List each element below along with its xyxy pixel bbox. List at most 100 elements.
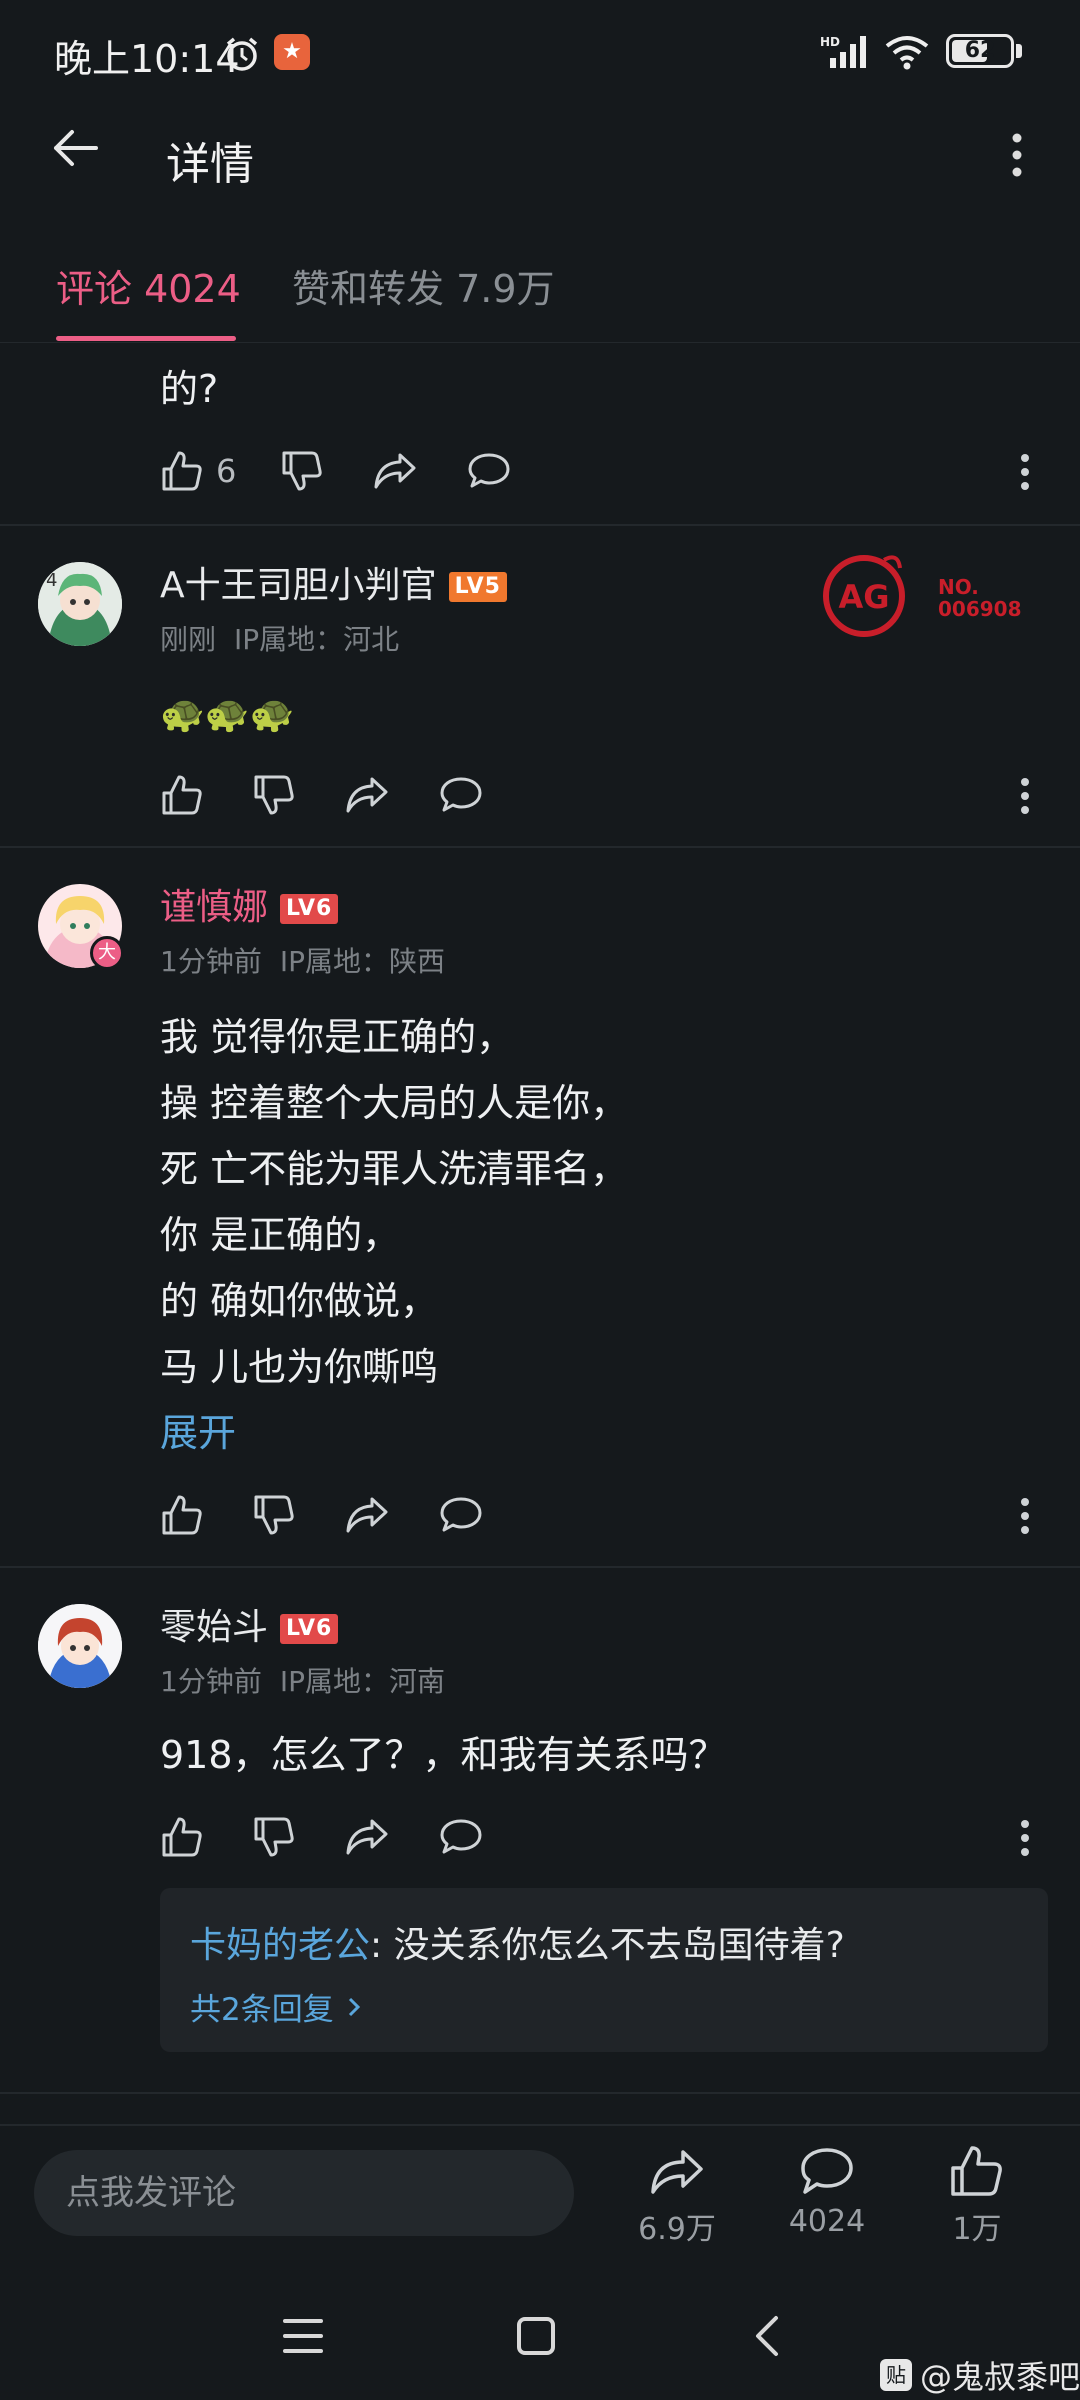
fan-badge: AG	[820, 548, 916, 644]
comment-line: 操 控着整个大局的人是你，	[160, 1081, 629, 1125]
wifi-icon	[884, 34, 930, 70]
fan-badge-logo-icon: AG	[823, 555, 905, 637]
battery-level: 62	[964, 38, 996, 63]
comment-actions	[160, 770, 532, 820]
comment-icon	[440, 1497, 482, 1532]
comment-more-icon[interactable]	[1012, 774, 1038, 818]
thumb-up-icon	[951, 2146, 1002, 2196]
more-replies-link[interactable]: 共2条回复	[190, 1984, 366, 2029]
comment-more-icon[interactable]	[1012, 1816, 1038, 1860]
status-time: 晚上10:14	[54, 37, 240, 81]
comment-post-button[interactable]: 4024	[767, 2146, 887, 2239]
watermark-text: @鬼叔黍吧	[920, 2358, 1080, 2396]
more-options-icon[interactable]	[1000, 130, 1034, 180]
ip-location: IP属地：河北	[234, 623, 400, 656]
dislike-button[interactable]	[252, 1493, 296, 1537]
reply-author[interactable]: 卡妈的老公	[190, 1925, 370, 1966]
username[interactable]: 谨慎娜 LV6	[160, 878, 339, 930]
reply-preview: 卡妈的老公: 没关系你怎么不去岛国待着?	[190, 1916, 845, 1968]
level-badge: LV6	[280, 894, 339, 924]
like-count: 6	[216, 452, 237, 490]
back-arrow-icon[interactable]	[50, 128, 100, 168]
reply-preview-box[interactable]: 卡妈的老公: 没关系你怎么不去岛国待着? 共2条回复	[160, 1888, 1048, 2052]
like-count: 1万	[952, 2212, 1002, 2247]
more-replies-label: 共2条回复	[190, 1992, 334, 2028]
comment-text: 我 觉得你是正确的， 操 控着整个大局的人是你， 死 亡不能为罪人洗清罪名， 你…	[160, 1004, 628, 1466]
level-badge: LV6	[280, 1614, 339, 1644]
watermark: 贴 @鬼叔黍吧	[880, 2352, 1080, 2398]
share-count: 6.9万	[638, 2212, 716, 2247]
comment-icon	[440, 777, 482, 812]
comment-time: 1分钟前	[160, 945, 262, 978]
reply-button[interactable]	[438, 1815, 484, 1859]
battery-icon: 62	[946, 34, 1014, 68]
comment-divider	[0, 2092, 1080, 2094]
comment-divider	[0, 846, 1080, 848]
comment-line: 你 是正确的，	[160, 1213, 401, 1257]
like-button[interactable]	[160, 1815, 204, 1859]
app-notification-icon: ★	[274, 34, 310, 70]
avatar[interactable]: 4	[38, 562, 122, 646]
share-button[interactable]	[372, 449, 418, 493]
comment-text-tail: 的?	[160, 367, 219, 411]
tab-likes-and-shares[interactable]: 赞和转发 7.9万	[292, 258, 555, 313]
comment-actions: 6	[160, 446, 560, 496]
svg-text:HD: HD	[820, 35, 840, 49]
share-icon	[651, 2150, 703, 2194]
tieba-logo-icon: 贴	[880, 2359, 912, 2391]
comment-meta: 1分钟前 IP属地：陕西	[160, 940, 445, 980]
chevron-right-icon	[348, 1997, 360, 2016]
reply-text: : 没关系你怎么不去岛国待着?	[370, 1925, 845, 1966]
signal-icon: HD	[820, 34, 876, 70]
alarm-icon	[222, 34, 262, 74]
share-button[interactable]	[344, 773, 390, 817]
share-button[interactable]	[344, 1493, 390, 1537]
comment-text: 🐢🐢🐢	[160, 694, 295, 735]
thumb-up-icon	[162, 451, 202, 491]
username-text: A十王司胆小判官	[160, 565, 437, 606]
tab-divider	[0, 342, 1080, 343]
comment-input[interactable]: 点我发评论	[34, 2150, 574, 2236]
username[interactable]: A十王司胆小判官 LV5	[160, 556, 507, 608]
expand-link[interactable]: 展开	[160, 1400, 628, 1466]
share-icon	[346, 777, 388, 813]
comment-time: 刚刚	[160, 623, 217, 656]
comment-line: 死 亡不能为罪人洗清罪名，	[160, 1147, 629, 1191]
tab-comments[interactable]: 评论 4024	[56, 258, 241, 313]
comment-line: 我 觉得你是正确的，	[160, 1015, 515, 1059]
comment-count: 4024	[788, 2204, 866, 2239]
like-button[interactable]	[160, 1493, 204, 1537]
username-text: 谨慎娜	[160, 887, 269, 928]
fan-badge-number: NO. 006908	[938, 575, 1022, 621]
home-icon[interactable]	[516, 2316, 556, 2356]
comment-meta: 刚刚 IP属地：河北	[160, 618, 399, 658]
dislike-button[interactable]	[280, 449, 324, 493]
comment-more-icon[interactable]	[1012, 450, 1038, 494]
comment-divider	[0, 524, 1080, 526]
username-text: 零始斗	[160, 1607, 269, 1648]
comment-actions	[160, 1490, 532, 1540]
like-button[interactable]	[160, 773, 204, 817]
battery-nub	[1016, 44, 1022, 58]
dislike-button[interactable]	[252, 773, 296, 817]
reply-button[interactable]	[466, 449, 512, 493]
share-post-button[interactable]: 6.9万	[617, 2146, 737, 2248]
avatar[interactable]	[38, 1604, 122, 1688]
thumb-up-icon	[162, 1817, 202, 1857]
like-button[interactable]: 6	[160, 449, 236, 493]
reply-button[interactable]	[438, 773, 484, 817]
thumb-up-icon	[162, 1495, 202, 1535]
comment-actions	[160, 1812, 532, 1862]
dislike-button[interactable]	[252, 1815, 296, 1859]
reply-button[interactable]	[438, 1493, 484, 1537]
username[interactable]: 零始斗 LV6	[160, 1598, 339, 1650]
back-icon[interactable]	[752, 2314, 782, 2358]
comment-icon	[468, 453, 510, 488]
comment-time: 1分钟前	[160, 1665, 262, 1698]
like-post-button[interactable]: 1万	[917, 2146, 1037, 2248]
menu-icon[interactable]	[282, 2316, 324, 2356]
share-button[interactable]	[344, 1815, 390, 1859]
share-icon	[346, 1497, 388, 1533]
comment-divider	[0, 1566, 1080, 1568]
comment-more-icon[interactable]	[1012, 1494, 1038, 1538]
